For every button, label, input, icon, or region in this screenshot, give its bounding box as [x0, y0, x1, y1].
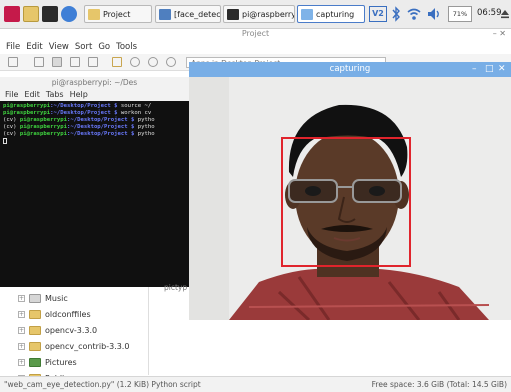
- menu-view[interactable]: View: [49, 40, 69, 54]
- camera-feed: [189, 77, 511, 320]
- raspberry-menu-icon[interactable]: [4, 6, 20, 22]
- expand-icon[interactable]: +: [18, 358, 25, 366]
- terminal-title: pi@raspberrypi: ~/Des: [0, 77, 189, 89]
- file-manager-launcher-icon[interactable]: [23, 6, 39, 22]
- thumbnail-view-icon[interactable]: [52, 57, 62, 67]
- tree-item-pictures[interactable]: + Pictures: [18, 354, 178, 370]
- status-bar: "web_cam_eye_detection.py" (1.2 KiB) Pyt…: [0, 376, 511, 392]
- volume-icon[interactable]: [426, 6, 442, 22]
- cpu-monitor: 71%: [448, 6, 472, 22]
- terminal-line: (cv) pi@raspberrypi:~/Desktop/Project $ …: [3, 117, 155, 123]
- taskbar: Project [face_detecti... pi@raspberry...…: [0, 0, 511, 29]
- menu-file[interactable]: File: [6, 40, 20, 54]
- terminal-line: (cv) pi@raspberrypi:~/Desktop/Project $ …: [3, 124, 155, 130]
- maximize-icon[interactable]: □: [485, 62, 494, 77]
- window-title: Project: [241, 29, 270, 38]
- tree-item-oldconffiles[interactable]: + oldconffiles: [18, 306, 178, 322]
- terminal-line: (cv) pi@raspberrypi:~/Desktop/Project $ …: [3, 131, 155, 137]
- task-label: Project: [103, 9, 131, 19]
- task-terminal[interactable]: pi@raspberry...: [223, 5, 295, 23]
- clock: 06:59: [477, 8, 502, 18]
- task-label: [face_detecti...: [174, 9, 221, 19]
- folder-icon: [88, 8, 100, 20]
- tree-item-label: Pictures: [45, 357, 77, 367]
- compact-view-icon[interactable]: [70, 57, 80, 67]
- forward-icon[interactable]: [148, 57, 158, 67]
- status-free-space: Free space: 3.6 GiB (Total: 14.5 GiB): [371, 380, 507, 389]
- pictures-folder-icon: [29, 357, 41, 367]
- task-project[interactable]: Project: [84, 5, 152, 23]
- up-icon[interactable]: [166, 57, 176, 67]
- window-icon: [301, 8, 313, 20]
- menu-edit[interactable]: Edit: [26, 40, 42, 54]
- folder-icon: [29, 309, 41, 319]
- task-label: pi@raspberry...: [242, 9, 295, 19]
- tree-item-label: opencv_contrib-3.3.0: [45, 341, 130, 351]
- tree-item-opencv[interactable]: + opencv-3.3.0: [18, 322, 178, 338]
- terminal-cursor-line: [3, 138, 186, 147]
- task-capturing[interactable]: capturing: [297, 5, 365, 23]
- terminal-launcher-icon[interactable]: [42, 6, 58, 22]
- terminal-line: pi@raspberrypi:~/Desktop/Project $ worko…: [3, 110, 152, 116]
- tree-item-label: Music: [45, 293, 68, 303]
- terminal-icon: [227, 8, 239, 20]
- menu-tools[interactable]: Tools: [116, 40, 137, 54]
- minimize-icon[interactable]: –: [472, 62, 477, 77]
- menu-sort[interactable]: Sort: [75, 40, 92, 54]
- task-label: capturing: [316, 9, 355, 19]
- cpu-usage-label: 71%: [452, 10, 468, 18]
- wifi-icon[interactable]: [406, 6, 422, 22]
- icon-view-icon[interactable]: [34, 57, 44, 67]
- expand-icon[interactable]: +: [18, 342, 25, 350]
- terminal-menubar: File Edit Tabs Help: [0, 89, 189, 101]
- python-editor-icon: [159, 8, 171, 20]
- expand-icon[interactable]: +: [18, 294, 25, 302]
- new-tab-icon[interactable]: [8, 57, 18, 67]
- terminal-menu-help[interactable]: Help: [70, 89, 88, 101]
- face-detection-box: [281, 137, 411, 267]
- cursor: [3, 138, 7, 144]
- terminal-line: pi@raspberrypi:~/Desktop/Project $ sourc…: [3, 103, 152, 109]
- tree-item-label: oldconffiles: [45, 309, 91, 319]
- eject-icon[interactable]: [500, 6, 510, 22]
- tree-item-opencv-contrib[interactable]: + opencv_contrib-3.3.0: [18, 338, 178, 354]
- bluetooth-icon[interactable]: [391, 6, 401, 22]
- terminal-menu-tabs[interactable]: Tabs: [46, 89, 64, 101]
- terminal-output[interactable]: pi@raspberrypi:~/Desktop/Project $ sourc…: [0, 101, 189, 287]
- terminal-menu-edit[interactable]: Edit: [24, 89, 40, 101]
- back-icon[interactable]: [130, 57, 140, 67]
- expand-icon[interactable]: +: [18, 310, 25, 318]
- home-icon[interactable]: [112, 57, 122, 67]
- menu-go[interactable]: Go: [98, 40, 110, 54]
- folder-icon: [29, 341, 41, 351]
- terminal-menu-file[interactable]: File: [5, 89, 18, 101]
- list-view-icon[interactable]: [88, 57, 98, 67]
- folder-icon: [29, 325, 41, 335]
- status-selection: "web_cam_eye_detection.py" (1.2 KiB) Pyt…: [4, 380, 201, 389]
- browser-launcher-icon[interactable]: [61, 6, 77, 22]
- capture-window-title[interactable]: capturing: [189, 62, 511, 77]
- tree-item-music[interactable]: + Music: [18, 290, 178, 306]
- folder-tree: + Music + oldconffiles + opencv-3.3.0 + …: [18, 290, 178, 386]
- menubar: File Edit View Sort Go Tools: [0, 40, 511, 54]
- close-icon[interactable]: ✕: [498, 62, 506, 77]
- expand-icon[interactable]: +: [18, 326, 25, 334]
- task-face-detection[interactable]: [face_detecti...: [155, 5, 221, 23]
- window-controls[interactable]: – ✕: [493, 28, 506, 40]
- music-folder-icon: [29, 293, 41, 303]
- tree-item-label: opencv-3.3.0: [45, 325, 98, 335]
- vnc-icon[interactable]: V2: [369, 6, 387, 22]
